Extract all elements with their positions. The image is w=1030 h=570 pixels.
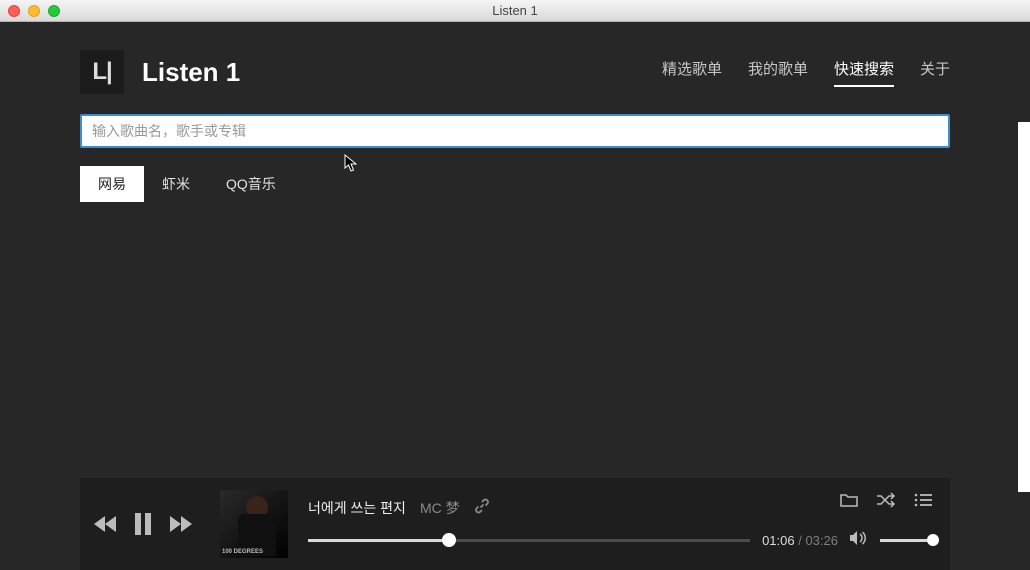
player-side-icons [840,492,932,513]
progress-knob[interactable] [442,533,456,547]
nav-about[interactable]: 关于 [920,58,950,87]
nav-quick-search[interactable]: 快速搜索 [834,58,894,87]
window-titlebar: Listen 1 [0,0,1030,22]
volume-fill [880,539,933,542]
time-display: 01:06 / 03:26 [762,533,838,548]
playlist-icon[interactable] [914,492,932,513]
album-art[interactable]: 100 DEGREES [220,490,288,558]
app-logo: L| [80,50,124,94]
player-bar: 100 DEGREES 너에게 쓰는 편지 MC 梦 01:06 / 03:26 [80,478,950,570]
nav-my-playlists[interactable]: 我的歌单 [748,58,808,87]
brand: L| Listen 1 [80,50,240,94]
progress-fill [308,539,449,542]
progress-slider[interactable] [308,539,750,542]
tab-qqmusic[interactable]: QQ音乐 [208,166,294,202]
nav-featured-playlists[interactable]: 精选歌单 [662,58,722,87]
app-title: Listen 1 [142,57,240,88]
volume-icon[interactable] [850,530,868,551]
album-art-text: 100 DEGREES [222,549,263,556]
volume-knob[interactable] [927,534,939,546]
shuffle-icon[interactable] [876,492,896,513]
tab-xiami[interactable]: 虾米 [144,166,208,202]
search-box[interactable] [80,114,950,148]
pause-button[interactable] [134,513,152,535]
track-title: 너에게 쓰는 편지 [308,498,406,518]
next-button[interactable] [170,514,192,534]
search-input[interactable] [92,123,938,139]
top-nav: 精选歌单 我的歌单 快速搜索 关于 [662,58,950,87]
previous-button[interactable] [94,514,116,534]
open-folder-icon[interactable] [840,492,858,513]
source-tabs: 网易 虾米 QQ音乐 [80,166,950,202]
current-time: 01:06 [762,533,795,548]
track-artist: MC 梦 [420,498,460,518]
scrollbar[interactable] [1018,122,1030,492]
volume-slider[interactable] [880,539,936,542]
window-title: Listen 1 [0,3,1030,18]
scrollbar-thumb[interactable] [1018,122,1030,492]
playback-controls [94,513,192,535]
link-icon[interactable] [474,498,490,517]
header: L| Listen 1 精选歌单 我的歌单 快速搜索 关于 [80,22,950,114]
tab-netease[interactable]: 网易 [80,166,144,202]
app-logo-text: L| [92,58,111,86]
app-root: L| Listen 1 精选歌单 我的歌单 快速搜索 关于 网易 虾米 QQ音乐 [0,22,1030,570]
duration-time: 03:26 [805,533,838,548]
content-column: L| Listen 1 精选歌单 我的歌单 快速搜索 关于 网易 虾米 QQ音乐 [80,22,950,478]
